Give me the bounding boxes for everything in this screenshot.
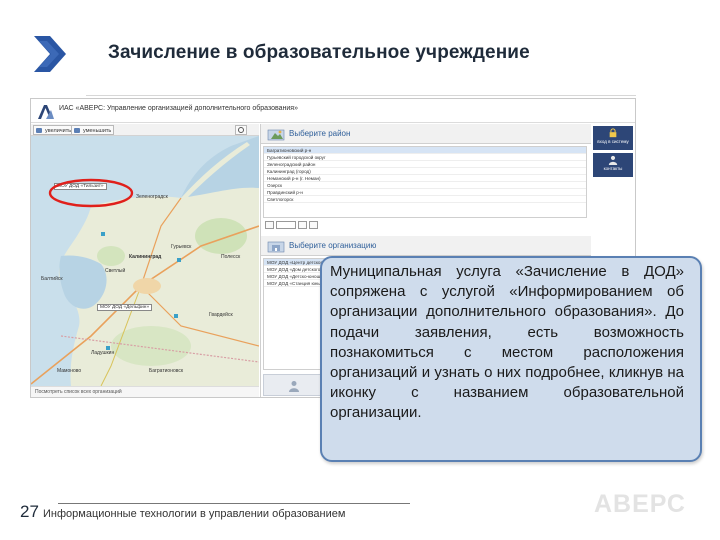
district-item[interactable]: Зеленоградский район [264,161,586,168]
zoom-out-icon [74,128,80,133]
lock-icon [609,128,617,138]
map-city-label: Мамоново [57,368,82,374]
district-item[interactable]: Багратионовский р-н [264,147,586,154]
search-icon [238,127,244,133]
page-input[interactable] [276,221,296,229]
contact-person-icon [608,155,618,165]
zoom-in-icon [36,128,42,133]
app-title: ИАС «АВЕРС: Управление организацией допо… [59,105,298,112]
page-number: 27 [20,502,39,521]
slide-title: Зачисление в образовательное учреждение [108,42,530,63]
district-item[interactable]: Гурьевский городской округ [264,154,586,161]
footer-text: Информационные технологии в управлении о… [43,508,346,520]
building-folder-icon [267,241,285,253]
map-toolbar: увеличить уменьшить [31,124,259,136]
person-icon [289,381,299,392]
district-heading: Выберите район [289,129,351,138]
district-item[interactable]: Светлогорск [264,196,586,203]
map-city-label: Багратионовск [149,368,184,374]
map-city-label: Калининград [129,254,162,260]
district-section-header: Выберите район [261,124,591,144]
login-button[interactable]: вход в систему [593,126,633,150]
chevron-logo-icon [30,34,70,74]
district-pager [265,221,320,231]
title-divider [86,95,636,96]
map-city-label: Ладушкин [91,350,115,356]
map-city-label: Полесск [221,254,241,260]
district-item[interactable]: Озерск [264,182,586,189]
map-city-label: Балтийск [41,276,63,282]
map-org-popup[interactable]: МОУ ДОД «Дельфин» [97,304,153,311]
login-label: вход в систему [597,139,629,144]
footer-divider [58,503,410,504]
zoom-out-button[interactable]: уменьшить [71,125,115,135]
app-logo-icon [38,105,54,119]
contacts-button[interactable]: контакты [593,153,633,177]
highlight-ellipse [48,178,134,208]
map-city-label: Гурьевск [171,244,192,250]
map-graphic [31,136,259,386]
org-section-header: Выберите организацию [261,236,591,256]
zoom-in-button[interactable]: увеличить [33,125,75,135]
district-item[interactable]: Калининград (город) [264,168,586,175]
district-item[interactable]: Неманский р-н (г. Неман) [264,175,586,182]
last-page-button[interactable] [309,221,318,229]
map-city-label: Светлый [105,268,126,274]
zoom-in-label: увеличить [45,128,72,134]
map-view[interactable]: Зеленоградск Калининград Гурьевск Балтий… [31,136,259,386]
next-page-button[interactable] [298,221,307,229]
app-header: ИАС «АВЕРС: Управление организацией допо… [31,99,635,123]
map-city-label: Гвардейск [209,312,233,318]
all-orgs-link[interactable]: Посмотреть список всех организаций [31,386,259,397]
map-search-button[interactable] [235,125,247,135]
prev-page-button[interactable] [265,221,274,229]
org-heading: Выберите организацию [289,241,377,250]
zoom-out-label: уменьшить [83,128,112,134]
brand-logo-text: АВЕРС [594,490,686,518]
callout-text: Муниципальная услуга «Зачисление в ДОД» … [330,263,684,422]
district-item[interactable]: Правдинский р-н [264,189,586,196]
map-folder-icon [267,129,285,141]
org-details-button[interactable] [263,374,323,396]
contacts-label: контакты [603,166,623,171]
district-list: Багратионовский р-н Гурьевский городской… [263,146,587,218]
map-city-label: Зеленоградск [136,194,168,200]
